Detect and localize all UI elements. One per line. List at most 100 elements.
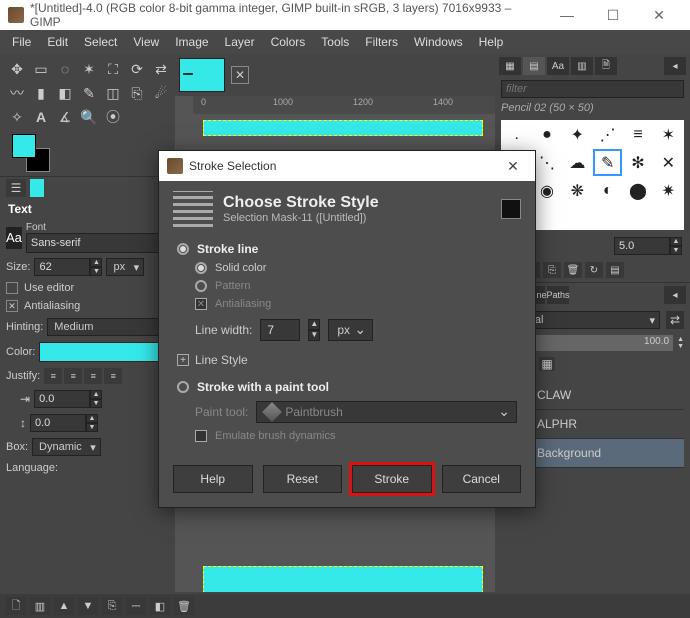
delete-layer-icon[interactable]: 🗑 bbox=[174, 597, 194, 615]
menu-file[interactable]: File bbox=[4, 31, 39, 53]
del-brush-icon[interactable]: 🗑 bbox=[564, 262, 582, 278]
zoom-tool-icon[interactable]: 🔍 bbox=[78, 106, 100, 128]
line-width-down-icon[interactable]: ▼ bbox=[308, 330, 320, 341]
stroke-button[interactable]: Stroke bbox=[352, 465, 432, 493]
raise-layer-icon[interactable]: ▲ bbox=[54, 597, 74, 615]
group-icon[interactable]: ▥ bbox=[30, 597, 50, 615]
menu-layer[interactable]: Layer bbox=[217, 31, 263, 53]
lock-alpha-icon[interactable]: ▦ bbox=[539, 357, 555, 371]
brush-item[interactable]: ❋ bbox=[563, 177, 592, 204]
text-tool-icon[interactable]: A bbox=[30, 106, 52, 128]
brush-item[interactable]: ✷ bbox=[654, 177, 683, 204]
dup-brush-icon[interactable]: ⎘ bbox=[543, 262, 561, 278]
patterns-tab-icon[interactable]: ▤ bbox=[523, 57, 545, 75]
hinting-dropdown[interactable]: Medium bbox=[47, 318, 169, 336]
size-input[interactable] bbox=[34, 258, 90, 276]
reset-button[interactable]: Reset bbox=[263, 465, 343, 493]
brush-item[interactable]: ● bbox=[532, 121, 561, 148]
stroke-line-radio[interactable] bbox=[177, 243, 189, 255]
tab-menu-icon[interactable]: ◂ bbox=[664, 57, 686, 75]
justify-center-icon[interactable]: ≡ bbox=[84, 368, 102, 384]
paint-tool-dropdown[interactable]: Paintbrush bbox=[256, 401, 517, 423]
brush-spacing-input[interactable] bbox=[614, 237, 670, 255]
menu-view[interactable]: View bbox=[125, 31, 167, 53]
minimize-button[interactable]: — bbox=[544, 0, 590, 30]
mode-switch-icon[interactable]: ⇄ bbox=[666, 311, 684, 329]
justify-left-icon[interactable]: ≡ bbox=[44, 368, 62, 384]
line-width-unit-dropdown[interactable]: px bbox=[328, 319, 373, 341]
menu-tools[interactable]: Tools bbox=[313, 31, 357, 53]
stroke-paint-radio[interactable] bbox=[177, 381, 189, 393]
rotate-tool-icon[interactable]: ⟳ bbox=[126, 58, 148, 80]
clone-tool-icon[interactable]: ⎘ bbox=[126, 82, 148, 104]
eraser-tool-icon[interactable]: ◫ bbox=[102, 82, 124, 104]
tooloptions-tab-icon[interactable]: ☰ bbox=[6, 179, 26, 197]
brush-item[interactable]: ✻ bbox=[623, 149, 652, 176]
brush-item[interactable]: ✶ bbox=[654, 121, 683, 148]
layers-menu-icon[interactable]: ◂ bbox=[664, 286, 686, 304]
solid-color-radio[interactable] bbox=[195, 262, 207, 274]
pencil-tool-icon[interactable]: ✎ bbox=[78, 82, 100, 104]
menu-filters[interactable]: Filters bbox=[357, 31, 406, 53]
line-style-expand-icon[interactable]: + bbox=[177, 354, 189, 366]
menu-windows[interactable]: Windows bbox=[406, 31, 471, 53]
new-layer-icon[interactable]: 🗋 bbox=[6, 597, 26, 615]
line-width-up-icon[interactable]: ▲ bbox=[308, 319, 320, 330]
brush-item[interactable]: ⋱ bbox=[532, 149, 561, 176]
image-tab-thumb[interactable] bbox=[179, 58, 225, 92]
size-up-icon[interactable]: ▲ bbox=[90, 258, 102, 267]
path-tool-icon[interactable]: ✧ bbox=[6, 106, 28, 128]
dialog-close-icon[interactable]: ✕ bbox=[499, 158, 527, 175]
foreground-color[interactable] bbox=[12, 134, 36, 158]
crop-tool-icon[interactable]: ⛶ bbox=[102, 58, 124, 80]
brush-item[interactable]: ≡ bbox=[623, 121, 652, 148]
dialog-antialias-checkbox[interactable]: ✕ bbox=[195, 298, 207, 310]
fonts-tab-icon[interactable]: Aa bbox=[547, 57, 569, 75]
brush-item[interactable]: ⋰ bbox=[593, 121, 622, 148]
line-spacing-input[interactable] bbox=[30, 414, 86, 432]
brush-item[interactable]: ⬤ bbox=[623, 177, 652, 204]
merge-layer-icon[interactable]: ⎓ bbox=[126, 597, 146, 615]
measure-tool-icon[interactable]: ∡ bbox=[54, 106, 76, 128]
help-button[interactable]: Help bbox=[173, 465, 253, 493]
lower-layer-icon[interactable]: ▼ bbox=[78, 597, 98, 615]
move-tool-icon[interactable]: ✥ bbox=[6, 58, 28, 80]
image-tab-close-icon[interactable]: ✕ bbox=[231, 66, 249, 84]
open-brush-icon[interactable]: ▤ bbox=[606, 262, 624, 278]
brush-item[interactable]: ☁ bbox=[563, 149, 592, 176]
brush-item[interactable]: ✕ bbox=[654, 149, 683, 176]
bucket-fill-icon[interactable]: ▮ bbox=[30, 82, 52, 104]
font-input[interactable] bbox=[26, 233, 178, 253]
indent-input[interactable] bbox=[34, 390, 90, 408]
devices-tab-icon[interactable] bbox=[30, 179, 44, 197]
gradient-tool-icon[interactable]: ◧ bbox=[54, 82, 76, 104]
size-down-icon[interactable]: ▼ bbox=[90, 267, 102, 276]
brush-item-selected[interactable]: ✎ bbox=[593, 149, 622, 176]
brush-item[interactable]: ✦ bbox=[563, 121, 592, 148]
smudge-tool-icon[interactable]: ☄ bbox=[150, 82, 172, 104]
antialias-checkbox[interactable]: ✕ bbox=[6, 300, 18, 312]
menu-help[interactable]: Help bbox=[471, 31, 512, 53]
use-editor-checkbox[interactable] bbox=[6, 282, 18, 294]
color-picker-icon[interactable]: ⦿ bbox=[102, 106, 124, 128]
close-button[interactable]: ✕ bbox=[636, 0, 682, 30]
justify-fill-icon[interactable]: ≡ bbox=[104, 368, 122, 384]
menu-image[interactable]: Image bbox=[167, 31, 216, 53]
emulate-checkbox[interactable] bbox=[195, 430, 207, 442]
rect-select-icon[interactable]: ▭ bbox=[30, 58, 52, 80]
warp-tool-icon[interactable]: 〰 bbox=[6, 82, 28, 104]
cancel-button[interactable]: Cancel bbox=[442, 465, 522, 493]
free-select-icon[interactable]: ◌ bbox=[54, 58, 76, 80]
doc-tab-icon[interactable]: 🗎 bbox=[595, 57, 617, 75]
paths-tab[interactable]: Paths bbox=[547, 286, 569, 304]
menu-edit[interactable]: Edit bbox=[39, 31, 76, 53]
menu-colors[interactable]: Colors bbox=[263, 31, 314, 53]
brush-item[interactable]: ◐ bbox=[593, 177, 622, 204]
maximize-button[interactable]: ☐ bbox=[590, 0, 636, 30]
menu-select[interactable]: Select bbox=[76, 31, 125, 53]
justify-right-icon[interactable]: ≡ bbox=[64, 368, 82, 384]
flip-tool-icon[interactable]: ⇄ bbox=[150, 58, 172, 80]
brushes-tab-icon[interactable]: ▦ bbox=[499, 57, 521, 75]
dialog-titlebar[interactable]: Stroke Selection ✕ bbox=[159, 151, 535, 181]
refresh-brush-icon[interactable]: ↻ bbox=[585, 262, 603, 278]
